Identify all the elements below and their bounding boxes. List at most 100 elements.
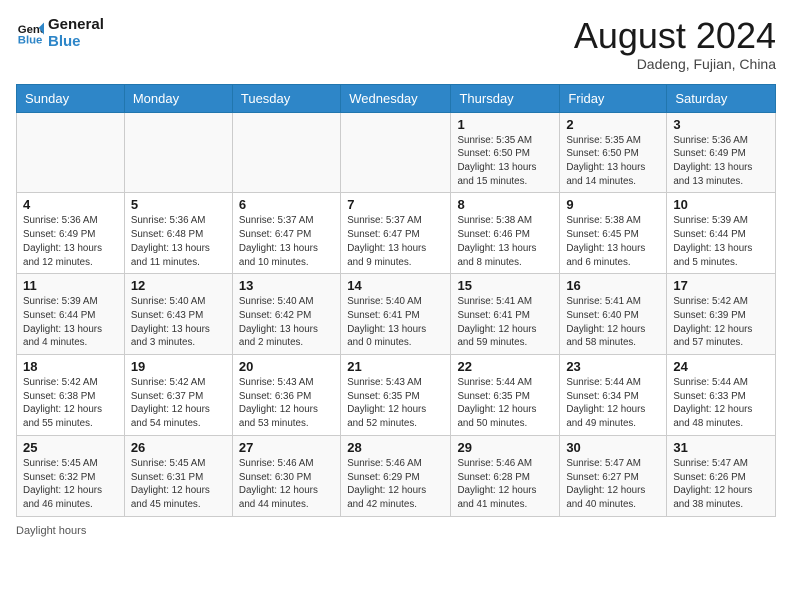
footer: Daylight hours: [16, 525, 776, 537]
day-number: 25: [23, 440, 118, 455]
title-block: August 2024 Dadeng, Fujian, China: [574, 16, 776, 72]
day-number: 21: [347, 359, 444, 374]
day-info: Sunrise: 5:44 AMSunset: 6:33 PMDaylight:…: [673, 376, 769, 431]
day-number: 10: [673, 197, 769, 212]
day-info: Sunrise: 5:40 AMSunset: 6:43 PMDaylight:…: [131, 295, 226, 350]
day-info: Sunrise: 5:36 AMSunset: 6:48 PMDaylight:…: [131, 214, 226, 269]
day-info: Sunrise: 5:47 AMSunset: 6:27 PMDaylight:…: [566, 457, 660, 512]
calendar-cell: 6Sunrise: 5:37 AMSunset: 6:47 PMDaylight…: [232, 193, 340, 274]
day-info: Sunrise: 5:46 AMSunset: 6:29 PMDaylight:…: [347, 457, 444, 512]
calendar-cell: 13 Sunrise: 5:40 AMSunset: 6:42 PMDayligh…: [232, 274, 340, 355]
day-info: Sunrise: 5:44 AMSunset: 6:35 PMDaylight:…: [457, 376, 553, 431]
day-info: Sunrise: 5:40 AMSunset: 6:42 PMDaylight:…: [239, 295, 334, 350]
day-number: 8: [457, 197, 553, 212]
day-number: 11: [23, 278, 118, 293]
calendar-cell: 21 Sunrise: 5:43 AMSunset: 6:35 PMDayligh…: [341, 355, 451, 436]
calendar-cell: 17 Sunrise: 5:42 AMSunset: 6:39 PMDayligh…: [667, 274, 776, 355]
day-info: Sunrise: 5:38 AMSunset: 6:45 PMDaylight:…: [566, 214, 660, 269]
month-title: August 2024: [574, 16, 776, 56]
day-number: 7: [347, 197, 444, 212]
day-info: Sunrise: 5:42 AMSunset: 6:37 PMDaylight:…: [131, 376, 226, 431]
header-cell-tuesday: Tuesday: [232, 84, 340, 112]
day-number: 12: [131, 278, 226, 293]
header-row: SundayMondayTuesdayWednesdayThursdayFrid…: [17, 84, 776, 112]
logo-text-blue: Blue: [48, 33, 104, 50]
calendar-week-4: 18 Sunrise: 5:42 AMSunset: 6:38 PMDayligh…: [17, 355, 776, 436]
calendar-table: SundayMondayTuesdayWednesdayThursdayFrid…: [16, 84, 776, 517]
calendar-cell: 19Sunrise: 5:42 AMSunset: 6:37 PMDayligh…: [124, 355, 232, 436]
svg-text:Blue: Blue: [18, 35, 43, 47]
calendar-cell: [232, 112, 340, 193]
day-info: Sunrise: 5:45 AMSunset: 6:32 PMDaylight:…: [23, 457, 118, 512]
day-info: Sunrise: 5:37 AMSunset: 6:47 PMDaylight:…: [347, 214, 444, 269]
day-info: Sunrise: 5:39 AMSunset: 6:44 PMDaylight:…: [23, 295, 118, 350]
day-info: Sunrise: 5:45 AMSunset: 6:31 PMDaylight:…: [131, 457, 226, 512]
day-info: Sunrise: 5:46 AMSunset: 6:30 PMDaylight:…: [239, 457, 334, 512]
calendar-cell: 29 Sunrise: 5:46 AMSunset: 6:28 PMDayligh…: [451, 435, 560, 516]
calendar-cell: 22 Sunrise: 5:44 AMSunset: 6:35 PMDayligh…: [451, 355, 560, 436]
day-info: Sunrise: 5:44 AMSunset: 6:34 PMDaylight:…: [566, 376, 660, 431]
calendar-header: SundayMondayTuesdayWednesdayThursdayFrid…: [17, 84, 776, 112]
day-number: 23: [566, 359, 660, 374]
day-info: Sunrise: 5:42 AMSunset: 6:38 PMDaylight:…: [23, 376, 118, 431]
calendar-cell: 11 Sunrise: 5:39 AMSunset: 6:44 PMDayligh…: [17, 274, 125, 355]
calendar-cell: 18 Sunrise: 5:42 AMSunset: 6:38 PMDayligh…: [17, 355, 125, 436]
calendar-cell: 3 Sunrise: 5:36 AMSunset: 6:49 PMDaylight…: [667, 112, 776, 193]
day-info: Sunrise: 5:41 AMSunset: 6:41 PMDaylight:…: [457, 295, 553, 350]
calendar-week-5: 25 Sunrise: 5:45 AMSunset: 6:32 PMDayligh…: [17, 435, 776, 516]
day-info: Sunrise: 5:36 AMSunset: 6:49 PMDaylight:…: [673, 134, 769, 189]
day-number: 9: [566, 197, 660, 212]
day-number: 2: [566, 117, 660, 132]
day-number: 14: [347, 278, 444, 293]
calendar-cell: [17, 112, 125, 193]
logo-text-general: General: [48, 16, 104, 33]
day-info: Sunrise: 5:43 AMSunset: 6:36 PMDaylight:…: [239, 376, 334, 431]
day-number: 31: [673, 440, 769, 455]
page-header: General Blue General Blue August 2024 Da…: [16, 16, 776, 72]
day-number: 27: [239, 440, 334, 455]
header-cell-sunday: Sunday: [17, 84, 125, 112]
calendar-cell: 7 Sunrise: 5:37 AMSunset: 6:47 PMDaylight…: [341, 193, 451, 274]
day-number: 5: [131, 197, 226, 212]
header-cell-saturday: Saturday: [667, 84, 776, 112]
location-subtitle: Dadeng, Fujian, China: [574, 56, 776, 72]
day-number: 18: [23, 359, 118, 374]
calendar-cell: 23 Sunrise: 5:44 AMSunset: 6:34 PMDayligh…: [560, 355, 667, 436]
logo: General Blue General Blue: [16, 16, 104, 50]
day-info: Sunrise: 5:42 AMSunset: 6:39 PMDaylight:…: [673, 295, 769, 350]
day-number: 3: [673, 117, 769, 132]
day-info: Sunrise: 5:35 AMSunset: 6:50 PMDaylight:…: [566, 134, 660, 189]
day-info: Sunrise: 5:39 AMSunset: 6:44 PMDaylight:…: [673, 214, 769, 269]
day-info: Sunrise: 5:47 AMSunset: 6:26 PMDaylight:…: [673, 457, 769, 512]
header-cell-friday: Friday: [560, 84, 667, 112]
day-number: 30: [566, 440, 660, 455]
day-number: 4: [23, 197, 118, 212]
day-number: 22: [457, 359, 553, 374]
day-info: Sunrise: 5:36 AMSunset: 6:49 PMDaylight:…: [23, 214, 118, 269]
calendar-cell: 2 Sunrise: 5:35 AMSunset: 6:50 PMDaylight…: [560, 112, 667, 193]
calendar-cell: [341, 112, 451, 193]
day-info: Sunrise: 5:43 AMSunset: 6:35 PMDaylight:…: [347, 376, 444, 431]
day-info: Sunrise: 5:37 AMSunset: 6:47 PMDaylight:…: [239, 214, 334, 269]
day-number: 13: [239, 278, 334, 293]
calendar-cell: 27 Sunrise: 5:46 AMSunset: 6:30 PMDayligh…: [232, 435, 340, 516]
calendar-cell: 9 Sunrise: 5:38 AMSunset: 6:45 PMDaylight…: [560, 193, 667, 274]
day-number: 20: [239, 359, 334, 374]
day-info: Sunrise: 5:46 AMSunset: 6:28 PMDaylight:…: [457, 457, 553, 512]
calendar-cell: 16Sunrise: 5:41 AMSunset: 6:40 PMDayligh…: [560, 274, 667, 355]
calendar-cell: 15Sunrise: 5:41 AMSunset: 6:41 PMDayligh…: [451, 274, 560, 355]
calendar-cell: 4 Sunrise: 5:36 AMSunset: 6:49 PMDaylight…: [17, 193, 125, 274]
calendar-cell: 30 Sunrise: 5:47 AMSunset: 6:27 PMDayligh…: [560, 435, 667, 516]
calendar-cell: 24 Sunrise: 5:44 AMSunset: 6:33 PMDayligh…: [667, 355, 776, 436]
day-number: 24: [673, 359, 769, 374]
day-number: 29: [457, 440, 553, 455]
calendar-cell: 5 Sunrise: 5:36 AMSunset: 6:48 PMDaylight…: [124, 193, 232, 274]
day-info: Sunrise: 5:38 AMSunset: 6:46 PMDaylight:…: [457, 214, 553, 269]
calendar-week-1: 1Sunrise: 5:35 AMSunset: 6:50 PMDaylight…: [17, 112, 776, 193]
day-number: 17: [673, 278, 769, 293]
calendar-cell: 1Sunrise: 5:35 AMSunset: 6:50 PMDaylight…: [451, 112, 560, 193]
day-number: 16: [566, 278, 660, 293]
day-info: Sunrise: 5:40 AMSunset: 6:41 PMDaylight:…: [347, 295, 444, 350]
day-number: 28: [347, 440, 444, 455]
calendar-cell: 12 Sunrise: 5:40 AMSunset: 6:43 PMDayligh…: [124, 274, 232, 355]
